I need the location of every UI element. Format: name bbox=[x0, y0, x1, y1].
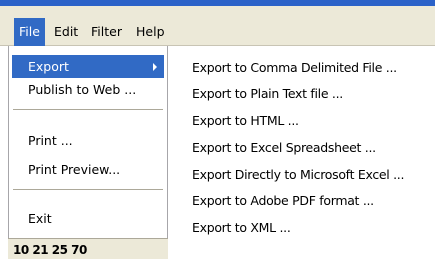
submenu-item-export-excel[interactable]: Export to Excel Spreadsheet ... bbox=[192, 135, 376, 161]
menu-file[interactable]: File bbox=[14, 18, 45, 46]
menu-item-print-preview[interactable]: Print Preview... bbox=[12, 158, 164, 181]
submenu-item-export-xml[interactable]: Export to XML ... bbox=[192, 215, 291, 241]
menu-separator bbox=[13, 189, 163, 190]
application-window: File Edit Filter Help Export Publish to … bbox=[0, 0, 435, 259]
menu-item-exit[interactable]: Exit bbox=[12, 207, 164, 230]
submenu-item-export-csv[interactable]: Export to Comma Delimited File ... bbox=[192, 55, 397, 81]
submenu-item-export-microsoft-excel[interactable]: Export Directly to Microsoft Excel ... bbox=[192, 162, 404, 188]
menu-edit[interactable]: Edit bbox=[49, 18, 83, 46]
submenu-item-export-html[interactable]: Export to HTML ... bbox=[192, 108, 299, 134]
menu-item-export[interactable]: Export bbox=[12, 55, 164, 78]
submenu-arrow-icon bbox=[153, 63, 157, 71]
menu-item-publish-to-web[interactable]: Publish to Web ... bbox=[12, 78, 164, 101]
background-data-field: 10 21 25 70 bbox=[8, 238, 168, 259]
submenu-item-export-pdf[interactable]: Export to Adobe PDF format ... bbox=[192, 188, 374, 214]
menu-item-export-label: Export bbox=[28, 59, 69, 74]
menu-filter[interactable]: Filter bbox=[86, 18, 127, 46]
menu-bar: File Edit Filter Help bbox=[0, 6, 435, 46]
menu-separator bbox=[13, 109, 163, 110]
file-menu-dropdown: Export Publish to Web ... Print ... Prin… bbox=[8, 46, 168, 259]
menu-item-print[interactable]: Print ... bbox=[12, 129, 164, 152]
background-field-text: 10 21 25 70 bbox=[13, 243, 87, 257]
export-submenu: Export to Comma Delimited File ... Expor… bbox=[176, 55, 435, 259]
menu-help[interactable]: Help bbox=[131, 18, 170, 46]
submenu-item-export-text[interactable]: Export to Plain Text file ... bbox=[192, 81, 343, 107]
